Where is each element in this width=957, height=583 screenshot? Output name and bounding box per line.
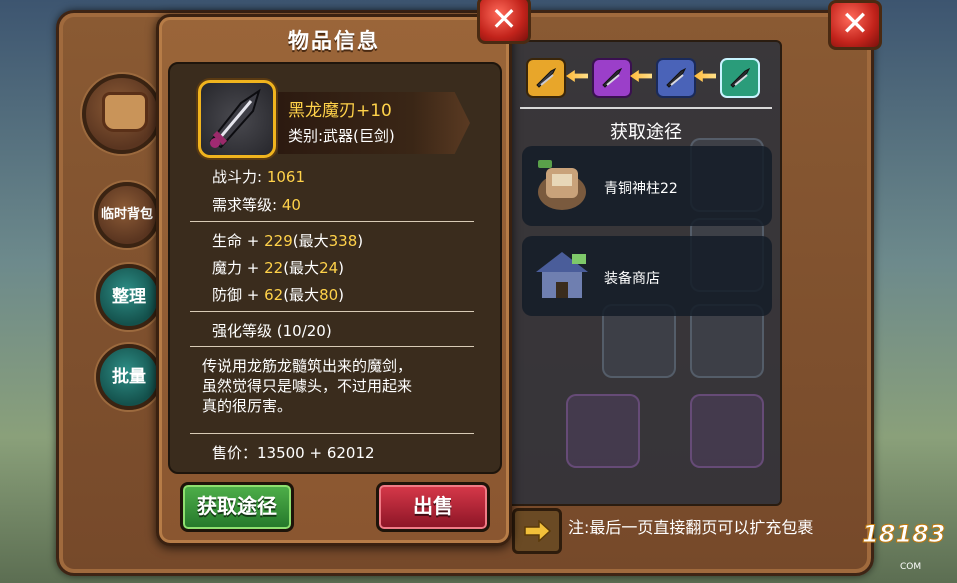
sword-icon [602, 67, 623, 88]
greatsword-icon [209, 88, 261, 149]
equipment-shop-icon [536, 252, 588, 298]
arrow-right-icon [524, 520, 551, 542]
temp-bag-button[interactable]: 临时背包 [94, 182, 160, 248]
def-value: 62 [264, 286, 284, 304]
def-max-prefix: (最大 [283, 286, 320, 304]
upgrade-stage-1[interactable] [526, 58, 566, 98]
bag-icon [102, 92, 148, 132]
enhance-level: 强化等级 (10/20) [212, 322, 332, 340]
item-name: 黑龙魔刃+10 [288, 101, 392, 121]
next-page-button[interactable] [512, 508, 562, 554]
close-icon: ✕ [840, 4, 870, 44]
mp-max-prefix: (最大 [283, 259, 320, 277]
acquire-source-label: 青铜神柱22 [604, 181, 678, 197]
item-description: 传说用龙筋龙髓筑出来的魔剑， 虽然觉得只是噱头，不过用起来 真的很厉害。 [202, 356, 472, 416]
def-max-suffix: ) [338, 286, 345, 304]
combat-power-value: 1061 [266, 168, 306, 186]
mp-max: 24 [319, 259, 339, 277]
def-label: 防御 + [212, 286, 265, 304]
bronze-pillar-icon [538, 160, 586, 210]
combat-power-label: 战斗力: [212, 168, 267, 186]
acquire-source-item[interactable]: 青铜神柱22 [522, 146, 772, 226]
divider [190, 433, 474, 434]
divider [190, 221, 474, 222]
item-icon [198, 80, 276, 158]
batch-label: 批量 [112, 367, 146, 387]
expand-note: 注:最后一页直接翻页可以扩充包裹 [568, 518, 814, 537]
batch-button[interactable]: 批量 [96, 344, 162, 410]
hp-stat: 生命 + 229(最大338) [212, 230, 363, 251]
chain-divider [520, 107, 772, 109]
bag-button[interactable] [82, 74, 162, 154]
description-line: 真的很厉害。 [202, 397, 293, 415]
inventory-slot[interactable] [690, 394, 764, 468]
hp-max: 338 [328, 232, 358, 250]
sword-icon [730, 67, 751, 88]
upgrade-stage-4[interactable] [720, 58, 760, 98]
sword-icon [536, 67, 557, 88]
watermark-sub: COM [900, 562, 922, 572]
upgrade-stage-2[interactable] [592, 58, 632, 98]
sword-icon [666, 67, 687, 88]
hp-max-suffix: ) [357, 232, 364, 250]
divider [190, 311, 474, 312]
watermark-logo: 18183 [862, 520, 946, 549]
sell-button[interactable]: 出售 [376, 482, 490, 532]
sell-price: 售价：13500 + 62012 [212, 444, 375, 462]
mp-max-suffix: ) [338, 259, 345, 277]
hp-label: 生命 + [212, 232, 265, 250]
inventory-slot[interactable] [566, 394, 640, 468]
def-stat: 防御 + 62(最大80) [212, 284, 344, 305]
divider [190, 346, 474, 347]
hp-value: 229 [264, 232, 293, 250]
def-max: 80 [319, 286, 339, 304]
description-line: 虽然觉得只是噱头，不过用起来 [202, 377, 413, 395]
acquire-source-label: 装备商店 [604, 271, 660, 287]
acquire-route-button[interactable]: 获取途径 [180, 482, 294, 532]
description-line: 传说用龙筋龙髓筑出来的魔剑， [202, 357, 413, 375]
acquire-title: 获取途径 [610, 122, 682, 143]
item-type: 类别:武器(巨剑) [288, 127, 395, 145]
mp-label: 魔力 + [212, 259, 265, 277]
close-popup-button[interactable]: ✕ [477, 0, 531, 44]
required-level-value: 40 [281, 196, 301, 214]
upgrade-stage-3[interactable] [656, 58, 696, 98]
required-level-label: 需求等级: [212, 196, 282, 214]
mp-value: 22 [264, 259, 284, 277]
combat-power: 战斗力: 1061 [212, 166, 305, 187]
mp-stat: 魔力 + 22(最大24) [212, 257, 344, 278]
close-icon: ✕ [490, 0, 518, 38]
sort-button[interactable]: 整理 [96, 264, 162, 330]
popup-title: 物品信息 [288, 29, 380, 53]
hp-max-prefix: (最大 [292, 232, 329, 250]
required-level: 需求等级: 40 [212, 194, 301, 215]
sort-label: 整理 [112, 287, 146, 307]
close-inventory-button[interactable]: ✕ [828, 0, 882, 50]
acquire-source-item[interactable]: 装备商店 [522, 236, 772, 316]
temp-bag-label: 临时背包 [100, 207, 153, 222]
